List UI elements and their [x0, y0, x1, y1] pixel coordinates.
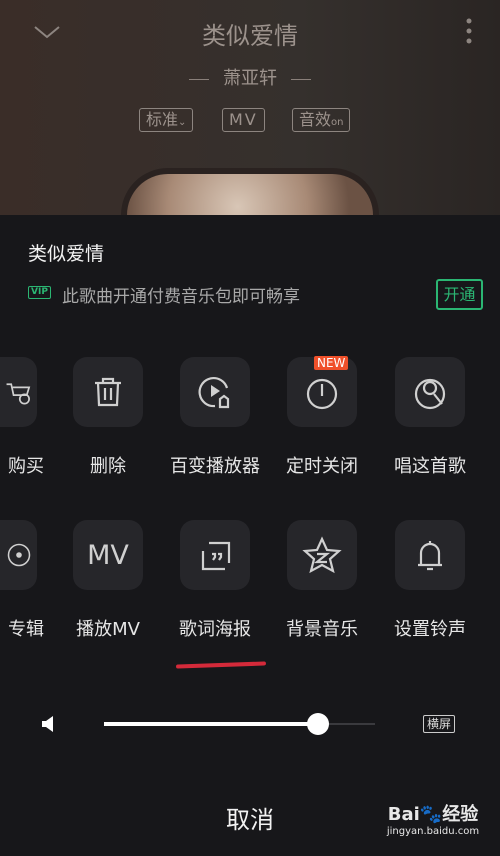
new-badge: NEW — [314, 356, 349, 370]
option-label: 定时关闭 — [286, 456, 358, 477]
cart-icon — [0, 357, 37, 427]
option-album[interactable]: 专辑 — [0, 520, 44, 641]
vip-badge: VIP — [28, 286, 51, 299]
option-label: 设置铃声 — [394, 619, 466, 640]
quality-button[interactable]: 标准⌄ — [139, 108, 194, 132]
option-label: 删除 — [90, 456, 126, 477]
option-cart[interactable]: 购买 — [0, 357, 44, 478]
qzone-star-icon — [287, 520, 357, 590]
bell-icon — [395, 520, 465, 590]
volume-knob[interactable] — [307, 713, 330, 735]
timer-icon: NEW — [287, 356, 357, 427]
lyrics-poster-icon — [180, 520, 250, 590]
more-options-sheet: 类似爱情 VIP 此歌曲开通付费音乐包即可畅享 开通 购买 删除 百变播放器 NEW 定… — [0, 215, 500, 856]
option-label: 百变播放器 — [170, 456, 260, 477]
mv-icon: MV — [73, 520, 143, 590]
option-mv[interactable]: MV 播放MV — [53, 520, 163, 641]
option-label: 背景音乐 — [286, 619, 358, 640]
sheet-song-title: 类似爱情 — [28, 243, 105, 265]
option-bell[interactable]: 设置铃声 — [375, 520, 485, 641]
sound-effect-button[interactable]: 音效on — [292, 108, 351, 132]
trash-icon — [73, 357, 143, 427]
album-icon — [0, 520, 37, 590]
option-label: 购买 — [8, 456, 44, 477]
option-player-skin[interactable]: 百变播放器 — [160, 357, 270, 478]
vip-text: 此歌曲开通付费音乐包即可畅享 — [62, 287, 300, 307]
speaker-icon — [42, 716, 53, 732]
option-trash[interactable]: 删除 — [53, 357, 163, 478]
baidu-watermark: Bai🐾经验 jingyan.baidu.com — [386, 804, 480, 837]
karaoke-icon — [395, 357, 465, 427]
red-underline-annotation — [175, 661, 267, 669]
more-vertical-icon[interactable] — [462, 18, 476, 44]
option-label: 专辑 — [8, 619, 44, 640]
option-lyrics-poster[interactable]: 歌词海报 — [160, 520, 270, 641]
album-cover — [121, 168, 379, 215]
now-playing-header: 类似爱情 萧亚轩 标准⌄ MV 音效on — [0, 0, 500, 215]
landscape-button[interactable]: 横屏 — [423, 715, 456, 733]
open-vip-button[interactable]: 开通 — [436, 279, 483, 310]
option-label: 歌词海报 — [179, 619, 251, 640]
option-qzone-star[interactable]: 背景音乐 — [267, 520, 377, 641]
player-skin-icon — [180, 357, 250, 427]
option-karaoke[interactable]: 唱这首歌 — [375, 357, 485, 478]
mv-button[interactable]: MV — [222, 108, 265, 132]
option-label: 播放MV — [76, 619, 140, 640]
option-label: 唱这首歌 — [394, 456, 466, 477]
volume-fill — [104, 722, 319, 726]
option-timer[interactable]: NEW 定时关闭 — [267, 356, 377, 478]
artist-name[interactable]: 萧亚轩 — [0, 64, 500, 90]
song-title: 类似爱情 — [202, 22, 298, 50]
